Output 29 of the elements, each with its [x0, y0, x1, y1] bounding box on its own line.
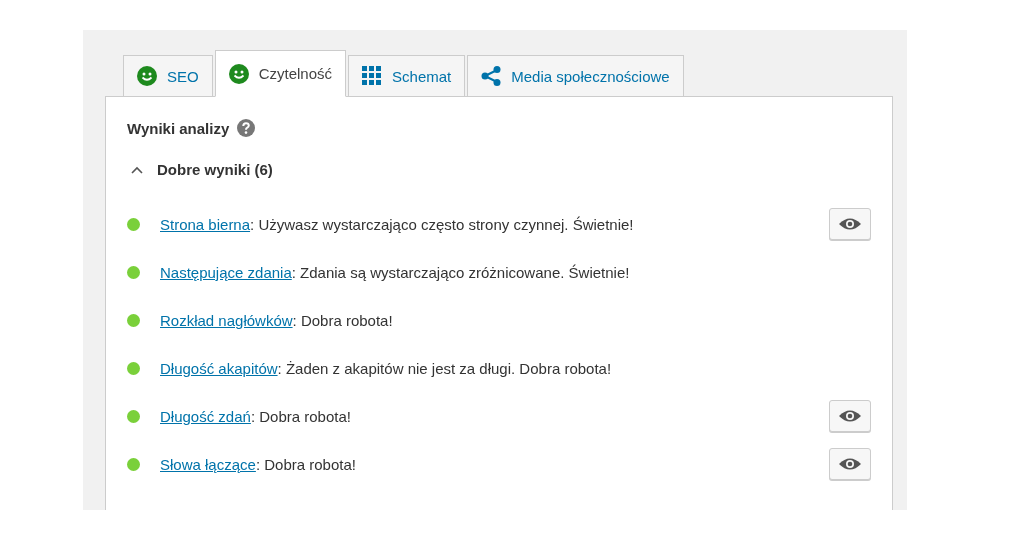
highlight-button[interactable] [829, 448, 871, 480]
smiley-icon [137, 66, 157, 86]
tab[interactable]: Schemat [348, 55, 466, 97]
highlight-button[interactable] [829, 400, 871, 432]
eye-icon [838, 457, 862, 471]
result-text: Długość akapitów: Żaden z akapitów nie jest za długi. Dobra robota! [160, 359, 613, 377]
section-title: Wyniki analizy [127, 119, 230, 137]
result-text: Następujące zdania: Zdania są wystarczająco zróżnicowane. Świetnie! [160, 263, 631, 281]
result-text: Rozkład nagłówków: Dobra robota! [160, 311, 394, 329]
share-icon [481, 66, 502, 86]
result-link[interactable]: Długość zdań [160, 407, 251, 425]
chevron-icon[interactable] [131, 165, 143, 174]
help-icon[interactable] [237, 119, 256, 137]
group-heading[interactable]: Dobre wyniki (6) [157, 161, 273, 178]
eye-icon [838, 409, 862, 423]
smiley-icon [228, 63, 249, 84]
result-link[interactable]: Słowa łączące [160, 455, 256, 473]
tab[interactable]: SEO [123, 55, 213, 97]
tab[interactable]: Media społecznościowe [467, 55, 684, 97]
result-link[interactable]: Następujące zdania [160, 263, 292, 281]
grid-icon [362, 66, 383, 86]
highlight-button[interactable] [829, 208, 871, 240]
result-text: Strona bierna: Używasz wystarczająco często strony czynnej. Świetnie! [160, 215, 635, 233]
eye-icon [838, 217, 862, 231]
result-link[interactable]: Rozkład nagłówków [160, 311, 293, 329]
result-text: Słowa łączące: Dobra robota! [160, 455, 357, 473]
result-text: Długość zdań: Dobra robota! [160, 407, 352, 425]
tab[interactable]: Czytelność [214, 50, 347, 97]
result-link[interactable]: Długość akapitów [160, 359, 278, 377]
